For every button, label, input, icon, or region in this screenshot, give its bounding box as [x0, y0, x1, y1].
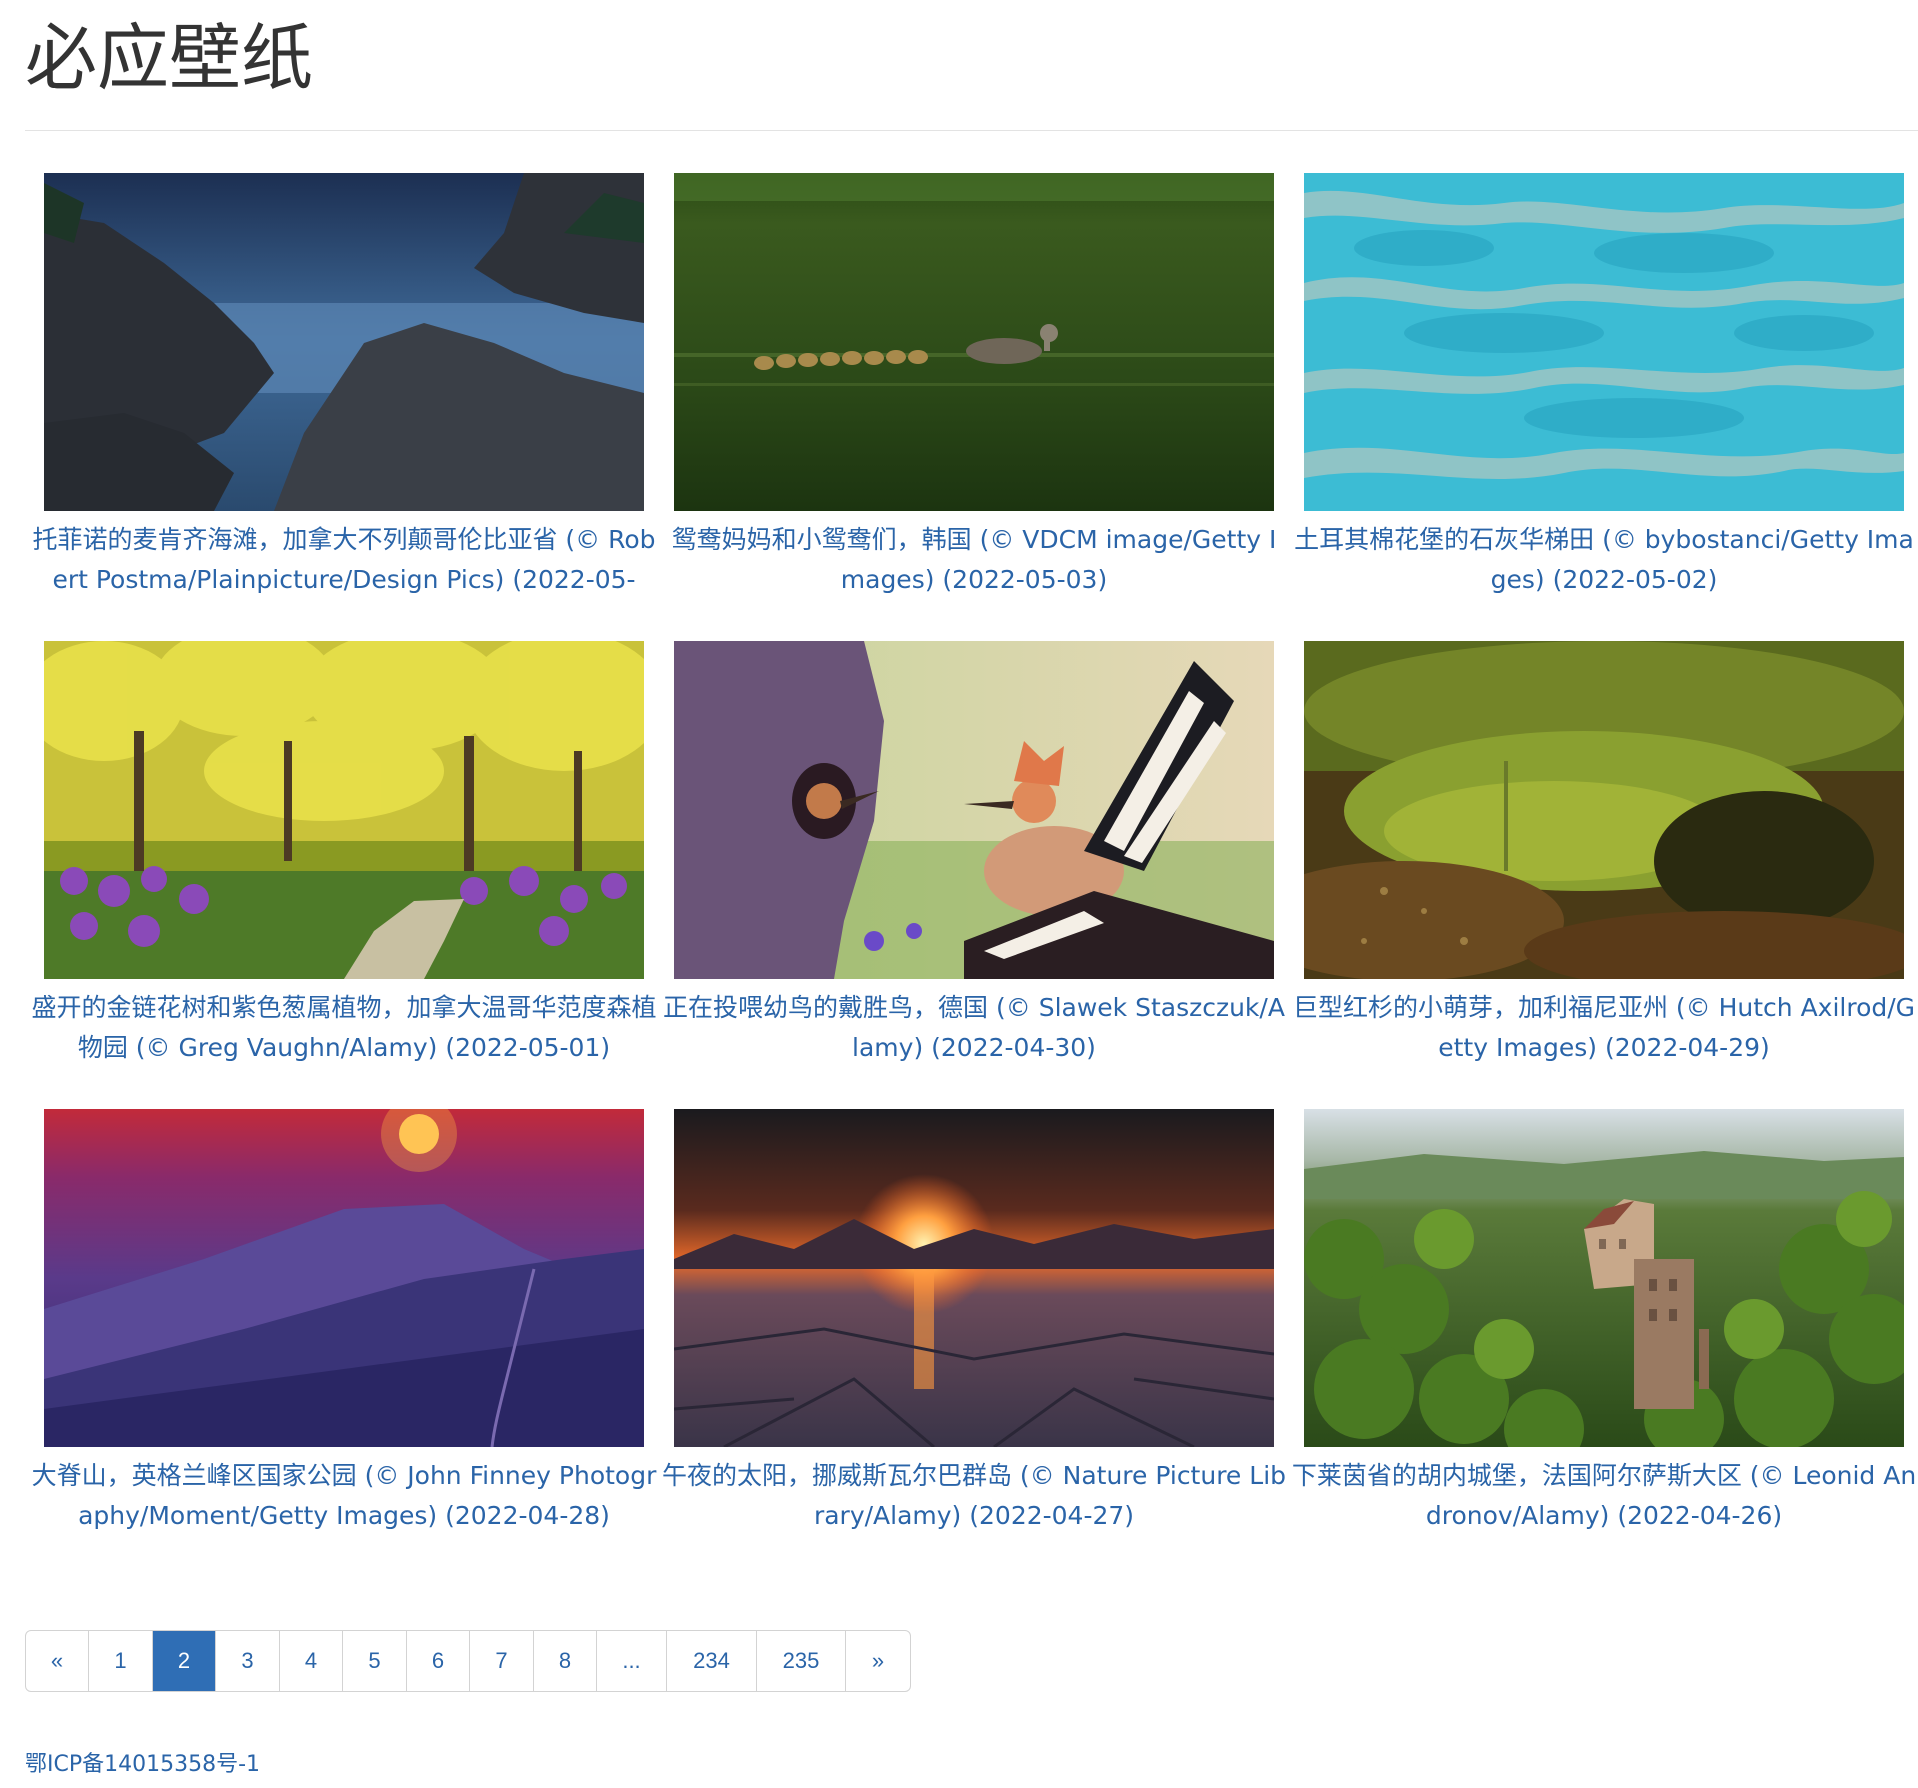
wallpaper-thumbnail[interactable] [674, 641, 1274, 979]
wallpaper-card[interactable]: 巨型红杉的小萌芽，加利福尼亚州 (© Hutch Axilrod/Getty I… [1293, 641, 1915, 1081]
wallpaper-caption[interactable]: 盛开的金链花树和紫色葱属植物，加拿大温哥华范度森植物园 (© Greg Vaug… [30, 988, 658, 1068]
pagination: « 1 2 3 4 5 6 7 8 ... 234 235 » [25, 1630, 911, 1692]
wallpaper-caption[interactable]: 下莱茵省的胡内城堡，法国阿尔萨斯大区 (© Leonid Andronov/Al… [1290, 1456, 1918, 1536]
wallpaper-caption[interactable]: 巨型红杉的小萌芽，加利福尼亚州 (© Hutch Axilrod/Getty I… [1290, 988, 1918, 1068]
wallpaper-thumbnail[interactable] [1304, 173, 1904, 511]
pagination-next[interactable]: » [846, 1631, 910, 1691]
wallpaper-card[interactable]: 鸳鸯妈妈和小鸳鸯们，韩国 (© VDCM image/Getty Images)… [672, 173, 1276, 613]
pagination-page-7[interactable]: 7 [470, 1631, 534, 1691]
wallpaper-thumbnail[interactable] [674, 173, 1274, 511]
page-title: 必应壁纸 [25, 16, 314, 100]
wallpaper-caption[interactable]: 大脊山，英格兰峰区国家公园 (© John Finney Photography… [30, 1456, 658, 1536]
wallpaper-card[interactable]: 盛开的金链花树和紫色葱属植物，加拿大温哥华范度森植物园 (© Greg Vaug… [31, 641, 657, 1081]
pagination-page-8[interactable]: 8 [534, 1631, 597, 1691]
wallpaper-card[interactable]: 托菲诺的麦肯齐海滩，加拿大不列颠哥伦比亚省 (© Robert Postma/P… [32, 173, 656, 613]
wallpaper-caption[interactable]: 鸳鸯妈妈和小鸳鸯们，韩国 (© VDCM image/Getty Images)… [660, 520, 1288, 600]
icp-license-link[interactable]: 鄂ICP备14015358号-1 [25, 1746, 260, 1778]
wallpaper-caption[interactable]: 正在投喂幼鸟的戴胜鸟，德国 (© Slawek Staszczuk/Alamy)… [660, 988, 1288, 1068]
wallpaper-thumbnail[interactable] [44, 1109, 644, 1447]
wallpaper-thumbnail[interactable] [1304, 641, 1904, 979]
wallpaper-thumbnail[interactable] [1304, 1109, 1904, 1447]
title-divider [25, 130, 1918, 131]
wallpaper-thumbnail[interactable] [44, 641, 644, 979]
pagination-page-3[interactable]: 3 [216, 1631, 280, 1691]
wallpaper-caption[interactable]: 土耳其棉花堡的石灰华梯田 (© bybostanci/Getty Images)… [1290, 520, 1918, 600]
wallpaper-card[interactable]: 正在投喂幼鸟的戴胜鸟，德国 (© Slawek Staszczuk/Alamy)… [663, 641, 1285, 1081]
wallpaper-thumbnail[interactable] [674, 1109, 1274, 1447]
pagination-page-5[interactable]: 5 [343, 1631, 407, 1691]
pagination-page-4[interactable]: 4 [280, 1631, 343, 1691]
wallpaper-card[interactable]: 大脊山，英格兰峰区国家公园 (© John Finney Photography… [32, 1109, 656, 1549]
pagination-page-2[interactable]: 2 [153, 1631, 216, 1691]
pagination-page-6[interactable]: 6 [407, 1631, 470, 1691]
wallpaper-card[interactable]: 土耳其棉花堡的石灰华梯田 (© bybostanci/Getty Images)… [1294, 173, 1914, 613]
pagination-prev[interactable]: « [26, 1631, 89, 1691]
wallpaper-card[interactable]: 下莱茵省的胡内城堡，法国阿尔萨斯大区 (© Leonid Andronov/Al… [1292, 1109, 1916, 1549]
page: 必应壁纸 托菲诺的麦肯齐海滩，加拿大不列颠哥伦比亚省 (© Robert Pos… [0, 0, 1918, 1788]
pagination-ellipsis: ... [597, 1631, 667, 1691]
wallpaper-caption[interactable]: 托菲诺的麦肯齐海滩，加拿大不列颠哥伦比亚省 (© Robert Postma/P… [30, 520, 658, 600]
pagination-page-235[interactable]: 235 [757, 1631, 846, 1691]
pagination-page-1[interactable]: 1 [89, 1631, 153, 1691]
wallpaper-thumbnail[interactable] [44, 173, 644, 511]
wallpaper-card[interactable]: 午夜的太阳，挪威斯瓦尔巴群岛 (© Nature Picture Library… [662, 1109, 1286, 1549]
pagination-page-234[interactable]: 234 [667, 1631, 757, 1691]
wallpaper-caption[interactable]: 午夜的太阳，挪威斯瓦尔巴群岛 (© Nature Picture Library… [660, 1456, 1288, 1536]
